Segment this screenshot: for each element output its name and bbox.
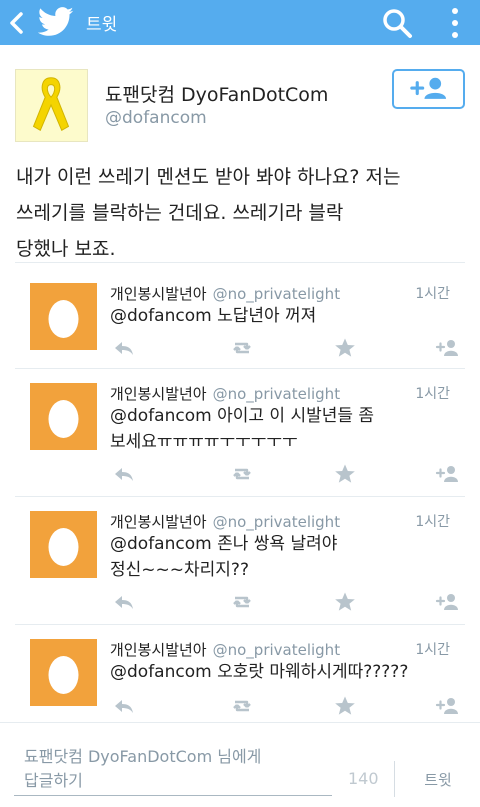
reply-time: 1시간 (415, 642, 450, 658)
composer-divider (394, 761, 395, 797)
egg-icon (48, 400, 79, 438)
overflow-menu-icon[interactable] (448, 6, 462, 40)
chevron-left-icon[interactable] (6, 10, 28, 36)
reply-handle: @no_privatelight (212, 385, 341, 403)
favorite-star-icon[interactable] (333, 463, 357, 485)
search-icon[interactable] (381, 7, 413, 39)
follow-user-icon[interactable] (435, 695, 459, 717)
reply-handle: @no_privatelight (212, 285, 341, 303)
reply-author[interactable]: 개인봉시발년아 @no_privatelight (110, 283, 340, 304)
egg-avatar[interactable] (30, 511, 97, 578)
egg-icon (48, 528, 79, 566)
reply-item[interactable]: 개인봉시발년아 @no_privatelight 1시간 @dofancom 노답… (15, 262, 465, 382)
author-handle[interactable]: @dofancom (105, 108, 207, 128)
retweet-icon[interactable] (230, 695, 254, 717)
reply-item[interactable]: 개인봉시발년아 @no_privatelight 1시간 @dofancom 오호… (15, 624, 465, 722)
reply-name: 개인봉시발년아 (110, 513, 207, 531)
egg-avatar[interactable] (30, 639, 97, 706)
reply-name: 개인봉시발년아 (110, 641, 207, 659)
reply-item[interactable]: 개인봉시발년아 @no_privatelight 1시간 @dofancom 존나… (15, 496, 465, 624)
reply-icon[interactable] (112, 591, 136, 613)
favorite-star-icon[interactable] (333, 591, 357, 613)
reply-item[interactable]: 개인봉시발년아 @no_privatelight 1시간 @dofancom 아이… (15, 368, 465, 496)
egg-avatar[interactable] (30, 383, 97, 450)
retweet-icon[interactable] (230, 591, 254, 613)
follow-button[interactable] (392, 69, 465, 109)
author-name[interactable]: 됴팬닷컴 DyoFanDotCom (105, 80, 328, 107)
reply-composer: 됴팬닷컴 DyoFanDotCom 님에게 답글하기 140 트윗 (0, 722, 480, 807)
reply-icon[interactable] (112, 337, 136, 359)
follow-user-icon[interactable] (435, 591, 459, 613)
top-app-bar: 트윗 (0, 0, 480, 45)
retweet-icon[interactable] (230, 337, 254, 359)
egg-avatar[interactable] (30, 283, 97, 350)
reply-author[interactable]: 개인봉시발년아 @no_privatelight (110, 383, 340, 404)
reply-time: 1시간 (415, 514, 450, 530)
follow-user-icon[interactable] (435, 337, 459, 359)
add-user-icon (410, 77, 447, 99)
reply-time: 1시간 (415, 386, 450, 402)
egg-icon (48, 300, 79, 338)
reply-input[interactable]: 됴팬닷컴 DyoFanDotCom 님에게 답글하기 (24, 745, 324, 793)
main-tweet: 됴팬닷컴 DyoFanDotCom @dofancom 내가 이런 쓰레기 멘션… (0, 45, 480, 275)
favorite-star-icon[interactable] (333, 337, 357, 359)
twitter-bird-icon (38, 7, 74, 36)
reply-actions (110, 591, 460, 613)
reply-text: @dofancom 오호랏 마웨하시게따????? (110, 662, 409, 682)
reply-text: @dofancom 아이고 이 시발년들 좀 보세요ㅠㅠㅠㅠㅜㅜㅜㅜㅜ (110, 406, 375, 452)
reply-name: 개인봉시발년아 (110, 385, 207, 403)
reply-input-underline (14, 795, 332, 796)
reply-text: @dofancom 존나 쌍욕 날려야 정신~~~차리지?? (110, 534, 338, 580)
reply-actions (110, 695, 460, 717)
reply-handle: @no_privatelight (212, 513, 341, 531)
yellow-ribbon-icon (32, 77, 70, 131)
tweet-send-button[interactable]: 트윗 (404, 769, 472, 790)
reply-author[interactable]: 개인봉시발년아 @no_privatelight (110, 639, 340, 660)
reply-name: 개인봉시발년아 (110, 285, 207, 303)
reply-actions (110, 337, 460, 359)
screen-title: 트윗 (86, 15, 118, 35)
favorite-star-icon[interactable] (333, 695, 357, 717)
reply-handle: @no_privatelight (212, 641, 341, 659)
reply-icon[interactable] (112, 695, 136, 717)
retweet-icon[interactable] (230, 463, 254, 485)
tweet-text: 내가 이런 쓰레기 멘션도 받아 봐야 하나요? 저는 쓰레기를 블락하는 건데… (16, 166, 401, 260)
char-counter: 140 (348, 769, 379, 788)
reply-actions (110, 463, 460, 485)
reply-author[interactable]: 개인봉시발년아 @no_privatelight (110, 511, 340, 532)
reply-time: 1시간 (415, 286, 450, 302)
reply-text: @dofancom 노답년아 꺼져 (110, 306, 317, 326)
author-avatar[interactable] (15, 69, 88, 142)
follow-user-icon[interactable] (435, 463, 459, 485)
reply-icon[interactable] (112, 463, 136, 485)
egg-icon (48, 656, 79, 694)
